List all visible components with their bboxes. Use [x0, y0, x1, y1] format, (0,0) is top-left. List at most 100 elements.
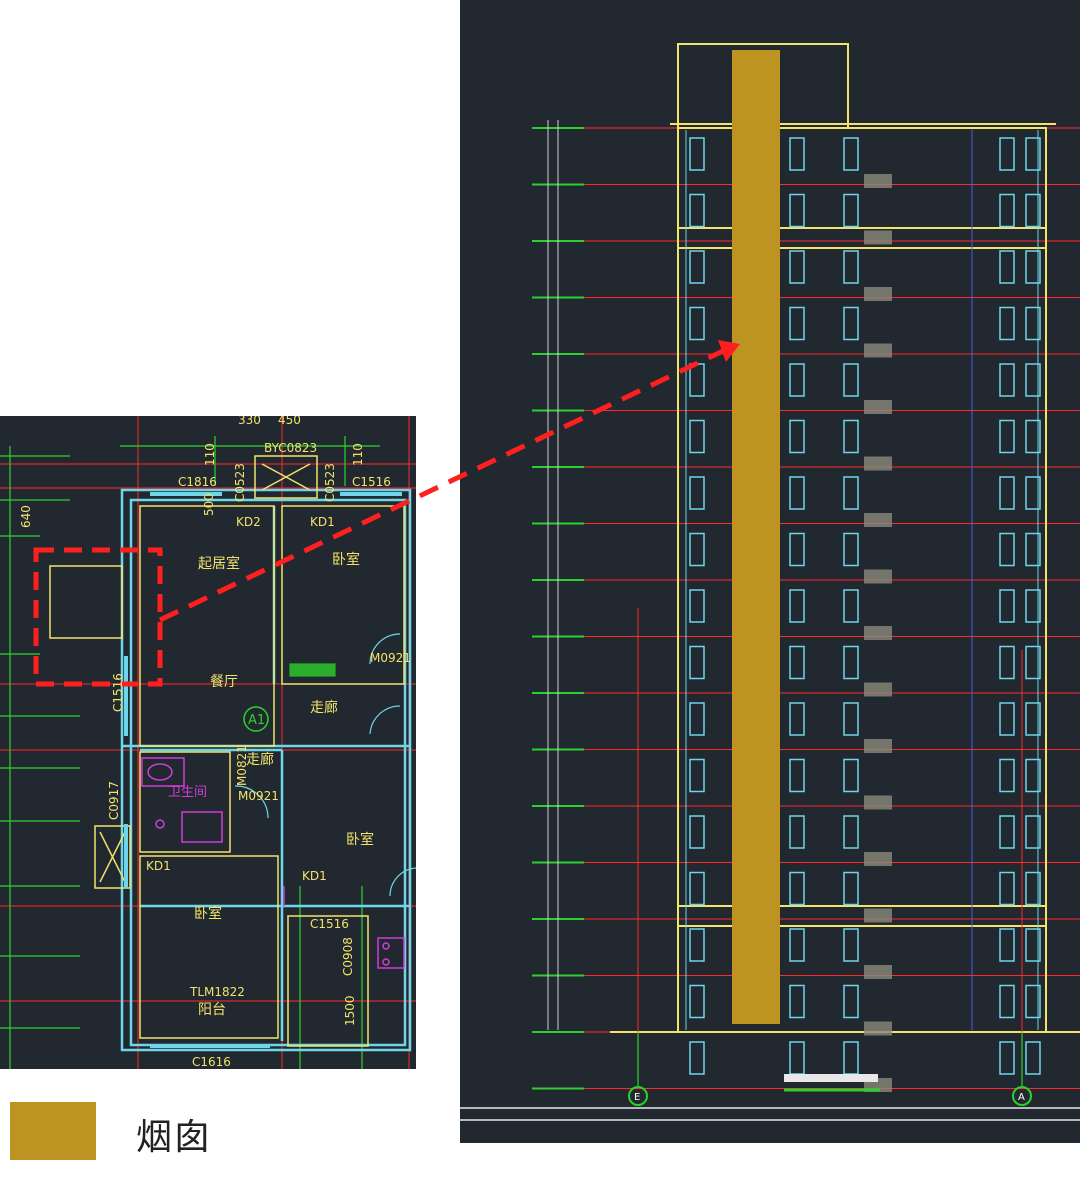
- window-c1516-left: C1516: [111, 673, 125, 712]
- elevation-window: [843, 419, 859, 454]
- window-c1616: C1616: [192, 1055, 231, 1069]
- door-c0908: C0908: [341, 937, 355, 976]
- balcony-slab: [864, 908, 892, 923]
- dim-top-left: 330: [238, 416, 261, 427]
- elevation-window: [843, 250, 859, 284]
- plan-windows: [124, 492, 402, 1048]
- balcony-slab: [864, 569, 892, 584]
- room-dining: 餐厅: [210, 674, 238, 690]
- elevation-drawing: E A: [460, 43, 1080, 1121]
- elevation-window: [689, 1041, 705, 1075]
- elevation-window: [843, 928, 859, 962]
- elevation-window: [843, 137, 859, 171]
- elevation-window: [999, 871, 1015, 906]
- elevation-window: [843, 984, 859, 1019]
- door-kd2: KD2: [236, 515, 261, 529]
- elevation-window: [789, 702, 805, 736]
- window-byc0823: BYC0823: [264, 441, 317, 455]
- elevation-window: [843, 363, 859, 397]
- balcony-slab: [864, 174, 892, 188]
- elevation-window: [999, 306, 1015, 341]
- elevation-window: [843, 645, 859, 680]
- elevation-window: [789, 419, 805, 454]
- legend-swatch: [10, 1102, 96, 1160]
- elevation-window: [789, 645, 805, 680]
- window-c1516-small: C1516: [310, 917, 349, 931]
- elevation-window: [689, 871, 705, 906]
- room-bedroom-b: 卧室: [346, 831, 374, 848]
- balcony-slab: [864, 456, 892, 471]
- chimney-bar: [732, 50, 780, 1024]
- elevation-window: [789, 532, 805, 567]
- axis-tag-label: A1: [248, 713, 265, 728]
- elevation-window: [843, 758, 859, 793]
- window-tlm1822: TLM1822: [189, 985, 245, 999]
- door-m0921-b: M0921: [238, 789, 279, 803]
- axis-right-label: A: [1018, 1092, 1025, 1103]
- balcony-slab: [864, 287, 892, 301]
- dim-top-right: 450: [278, 416, 301, 427]
- elevation-window: [789, 250, 805, 284]
- balcony-slab: [864, 965, 892, 979]
- door-kd1-c: KD1: [302, 869, 327, 883]
- elevation-window: [789, 306, 805, 341]
- plan-walls: [120, 488, 412, 1052]
- elevation-window: [1025, 1041, 1041, 1075]
- elevation-floor-lines: [532, 127, 1080, 1090]
- elevation-window: [843, 306, 859, 341]
- window-c0523-right: C0523: [323, 463, 337, 502]
- elevation-window: [789, 363, 805, 397]
- room-corridor-b: 走廊: [246, 751, 274, 768]
- elevation-window: [789, 589, 805, 623]
- axis-left-label: E: [634, 1092, 640, 1103]
- window-c0917: C0917: [107, 781, 121, 820]
- elevation-panel: E A: [460, 0, 1080, 1143]
- elevation-dimension-chain: [547, 120, 559, 1030]
- elevation-window: [999, 702, 1015, 736]
- elevation-window: [689, 250, 705, 284]
- elevation-window: [689, 363, 705, 397]
- balcony-slab: [864, 626, 892, 640]
- elevation-window: [999, 984, 1015, 1019]
- legend-label: 烟囱: [136, 1117, 213, 1158]
- elevation-window: [789, 476, 805, 510]
- elevation-window: [843, 589, 859, 623]
- elevation-window: [689, 589, 705, 623]
- elevation-title-bar: [784, 1074, 878, 1082]
- elevation-window: [689, 193, 705, 228]
- elevation-window: [789, 815, 805, 849]
- room-corridor-a: 走廊: [310, 699, 338, 716]
- elevation-window: [689, 476, 705, 510]
- chimney-highlight-box: [33, 547, 163, 687]
- window-c0523-left: C0523: [233, 463, 247, 502]
- balcony-slab: [864, 852, 892, 866]
- elevation-window: [789, 193, 805, 228]
- elevation-window: [999, 250, 1015, 284]
- elevation-window: [999, 645, 1015, 680]
- elevation-window: [999, 928, 1015, 962]
- elevation-window: [999, 419, 1015, 454]
- door-kd1-a: KD1: [310, 515, 335, 529]
- elevation-window: [789, 871, 805, 906]
- elevation-window: [999, 758, 1015, 793]
- elevation-window: [843, 1041, 859, 1075]
- elevation-window: [689, 645, 705, 680]
- balcony-slab: [864, 795, 892, 810]
- balcony-slab: [864, 400, 892, 414]
- room-bedroom-c: 卧室: [194, 905, 222, 922]
- elevation-window: [689, 306, 705, 341]
- window-c1516: C1516: [352, 475, 391, 489]
- room-living: 起居室: [198, 555, 240, 572]
- elevation-window: [843, 532, 859, 567]
- elevation-window: [789, 137, 805, 171]
- dim-right-110: 110: [351, 443, 365, 466]
- dim-left-110: 110: [203, 443, 217, 466]
- balcony-slab: [864, 230, 892, 245]
- elevation-window: [789, 758, 805, 793]
- dim-500: 500: [202, 493, 216, 516]
- floor-plan-drawing: 330 450 640 110 110 500 1500 C1816 BYC08…: [0, 416, 416, 1069]
- elevation-window: [789, 984, 805, 1019]
- balcony-slab: [864, 682, 892, 697]
- elevation-window: [843, 476, 859, 510]
- elevation-window: [789, 928, 805, 962]
